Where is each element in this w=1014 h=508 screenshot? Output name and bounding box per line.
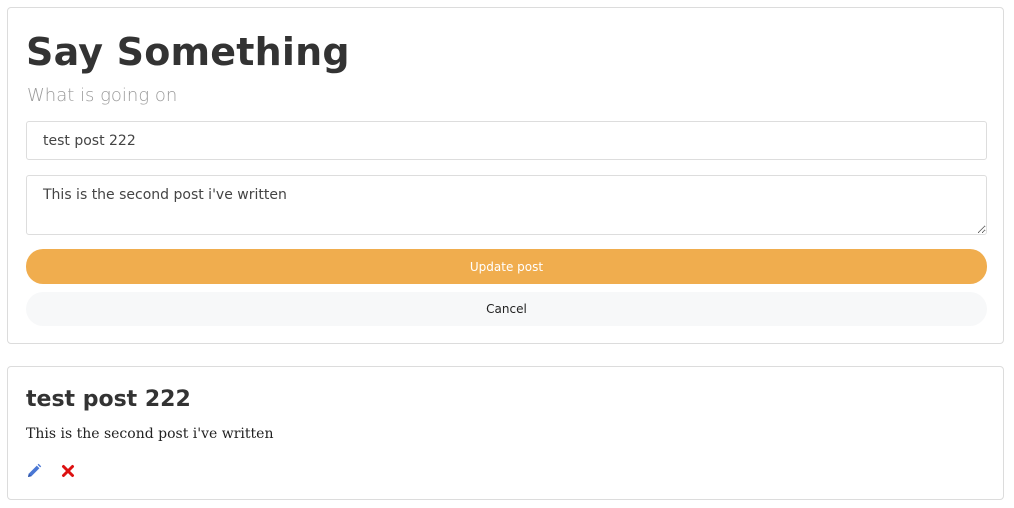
post-title: test post 222 <box>26 387 191 412</box>
delete-post-button[interactable] <box>60 463 76 479</box>
cancel-button[interactable]: Cancel <box>26 292 987 326</box>
composer-card: Say Something What is going on This is t… <box>7 7 1004 344</box>
post-card: test post 222 This is the second post i'… <box>7 366 1004 500</box>
update-post-button[interactable]: Update post <box>26 249 987 284</box>
post-body-input[interactable]: This is the second post i've written <box>26 175 987 235</box>
x-mark-icon <box>62 465 74 477</box>
post-body: This is the second post i've written <box>26 426 274 442</box>
pencil-icon <box>28 463 42 477</box>
edit-post-button[interactable] <box>26 463 42 479</box>
post-title-input[interactable] <box>26 121 987 160</box>
page-title: Say Something <box>26 30 350 74</box>
page-subtitle: What is going on <box>27 85 178 106</box>
